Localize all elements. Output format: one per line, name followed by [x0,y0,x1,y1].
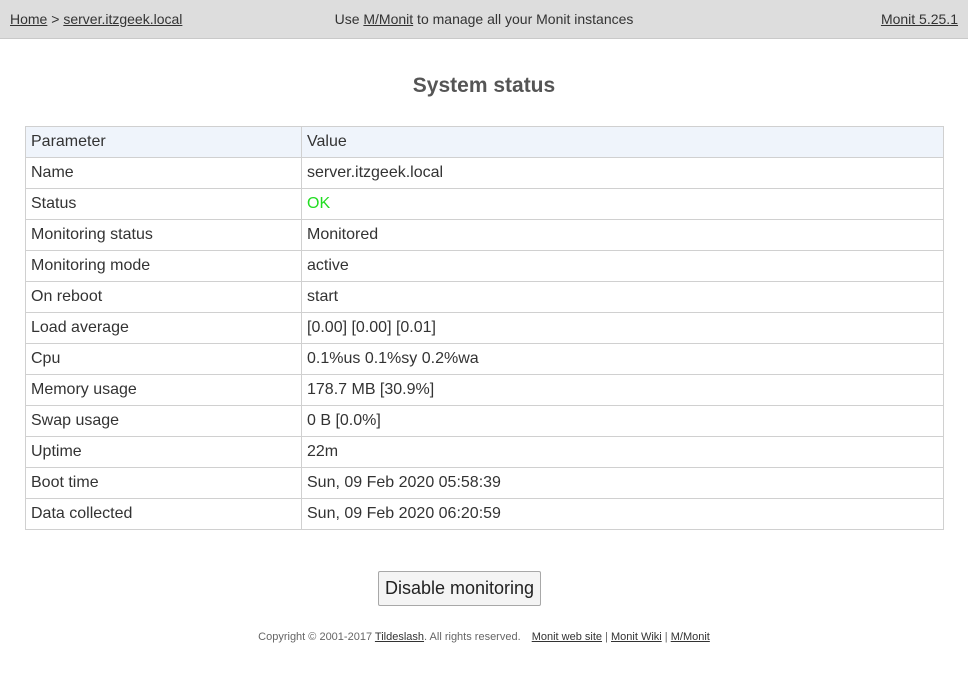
row-value-boot-time: Sun, 09 Feb 2020 05:58:39 [301,467,944,499]
row-value-swap-usage: 0 B [0.0%] [301,405,944,437]
table-row: Uptime 22m [25,436,944,468]
row-param-swap-usage: Swap usage [25,405,302,437]
row-param-name: Name [25,157,302,189]
row-value-cpu: 0.1%us 0.1%sy 0.2%wa [301,343,944,375]
footer-separator: | [661,631,671,643]
breadcrumb: Home > server.itzgeek.local [10,11,182,27]
monit-web-site-link[interactable]: Monit web site [532,631,602,643]
row-value-memory-usage: 178.7 MB [30.9%] [301,374,944,406]
row-param-on-reboot: On reboot [25,281,302,313]
page-title: System status [412,74,556,97]
row-param-data-collected: Data collected [25,498,302,530]
table-row: Cpu 0.1%us 0.1%sy 0.2%wa [25,343,944,375]
table-row: Data collected Sun, 09 Feb 2020 06:20:59 [25,498,944,530]
breadcrumb-separator: > [47,11,64,27]
row-param-memory-usage: Memory usage [25,374,302,406]
table-row: Memory usage 178.7 MB [30.9%] [25,374,944,406]
version-link[interactable]: Monit 5.25.1 [881,11,958,27]
row-param-uptime: Uptime [25,436,302,468]
table-row: Name server.itzgeek.local [25,157,944,189]
row-param-status: Status [25,188,302,220]
mmonit-link[interactable]: M/Monit [363,11,413,27]
table-row: Monitoring status Monitored [25,219,944,251]
table-row: Status OK [25,188,944,220]
row-value-name: server.itzgeek.local [301,157,944,189]
footer-separator: | [602,631,611,643]
breadcrumb-home-link[interactable]: Home [10,11,47,27]
tildeslash-link[interactable]: Tildeslash [375,631,424,643]
row-value-uptime: 22m [301,436,944,468]
disable-monitoring-button[interactable]: Disable monitoring [378,571,541,606]
promo-prefix: Use [334,11,364,27]
row-value-monitoring-mode: active [301,250,944,282]
row-param-cpu: Cpu [25,343,302,375]
top-bar: Home > server.itzgeek.local Use M/Monit … [0,0,968,39]
column-header-value: Value [301,126,944,158]
row-param-boot-time: Boot time [25,467,302,499]
table-header-row: Parameter Value [25,126,944,158]
row-value-data-collected: Sun, 09 Feb 2020 06:20:59 [301,498,944,530]
table-row: Boot time Sun, 09 Feb 2020 05:58:39 [25,467,944,499]
row-param-monitoring-mode: Monitoring mode [25,250,302,282]
row-param-load-average: Load average [25,312,302,344]
row-value-monitoring-status: Monitored [301,219,944,251]
table-row: Swap usage 0 B [0.0%] [25,405,944,437]
table-row: Load average [0.00] [0.00] [0.01] [25,312,944,344]
monit-wiki-link[interactable]: Monit Wiki [611,631,662,643]
copyright-text: Copyright © 2001-2017 [258,631,375,643]
breadcrumb-host-link[interactable]: server.itzgeek.local [63,11,182,27]
mmonit-footer-link[interactable]: M/Monit [671,631,710,643]
status-value: OK [301,188,944,220]
promo-suffix: to manage all your Monit instances [413,11,634,27]
row-param-monitoring-status: Monitoring status [25,219,302,251]
rights-text: . All rights reserved. [424,631,521,643]
table-row: Monitoring mode active [25,250,944,282]
column-header-parameter: Parameter [25,126,302,158]
row-value-on-reboot: start [301,281,944,313]
system-status-table: Parameter Value Name server.itzgeek.loca… [25,126,944,530]
table-row: On reboot start [25,281,944,313]
footer: Copyright © 2001-2017 Tildeslash. All ri… [0,631,968,643]
row-value-load-average: [0.00] [0.00] [0.01] [301,312,944,344]
